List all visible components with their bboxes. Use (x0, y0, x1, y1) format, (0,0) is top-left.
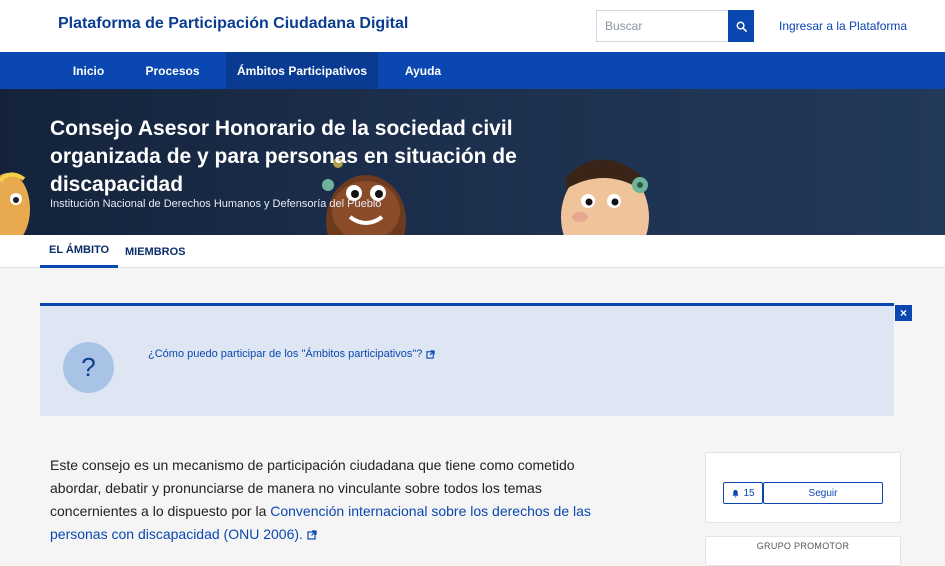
external-link-icon (426, 349, 436, 359)
tab-el-ambito[interactable]: EL ÁMBITO (40, 235, 119, 268)
section-tabs: EL ÁMBITO MIEMBROS (0, 235, 945, 268)
help-link-text: ¿Cómo puedo participar de los "Ámbitos p… (148, 348, 423, 360)
external-link-icon (307, 530, 317, 540)
login-link[interactable]: Ingresar a la Plataforma (779, 19, 907, 33)
followers-count-value: 15 (743, 487, 755, 499)
nav-item-procesos[interactable]: Procesos (133, 52, 212, 89)
search-box (596, 10, 754, 42)
nav-item-ayuda[interactable]: Ayuda (392, 52, 454, 89)
followers-count: 15 (723, 482, 763, 504)
help-link[interactable]: ¿Cómo puedo participar de los "Ámbitos p… (148, 348, 436, 360)
search-icon (736, 21, 747, 32)
description-text: Este consejo es un mecanismo de particip… (50, 454, 620, 546)
site-title[interactable]: Plataforma de Participación Ciudadana Di… (58, 15, 408, 33)
main-nav: Inicio Procesos Ámbitos Participativos A… (0, 52, 945, 89)
close-icon[interactable]: × (895, 305, 912, 321)
search-button[interactable] (728, 10, 754, 42)
follow-button[interactable]: Seguir (763, 482, 883, 504)
character-right-illustration (561, 159, 649, 235)
character-left-illustration (0, 172, 30, 235)
bell-icon (732, 489, 740, 498)
question-icon: ? (63, 342, 114, 393)
page-title: Consejo Asesor Honorario de la sociedad … (50, 117, 517, 196)
tab-miembros[interactable]: MIEMBROS (125, 235, 186, 268)
promoter-title: GRUPO PROMOTOR (756, 541, 850, 551)
nav-item-inicio[interactable]: Inicio (58, 52, 119, 89)
nav-item-ambitos[interactable]: Ámbitos Participativos (226, 52, 378, 89)
page-subtitle: Institución Nacional de Derechos Humanos… (50, 198, 382, 210)
hero-banner: Consejo Asesor Honorario de la sociedad … (0, 89, 945, 235)
search-input[interactable] (597, 11, 730, 41)
top-bar: Plataforma de Participación Ciudadana Di… (0, 0, 945, 52)
